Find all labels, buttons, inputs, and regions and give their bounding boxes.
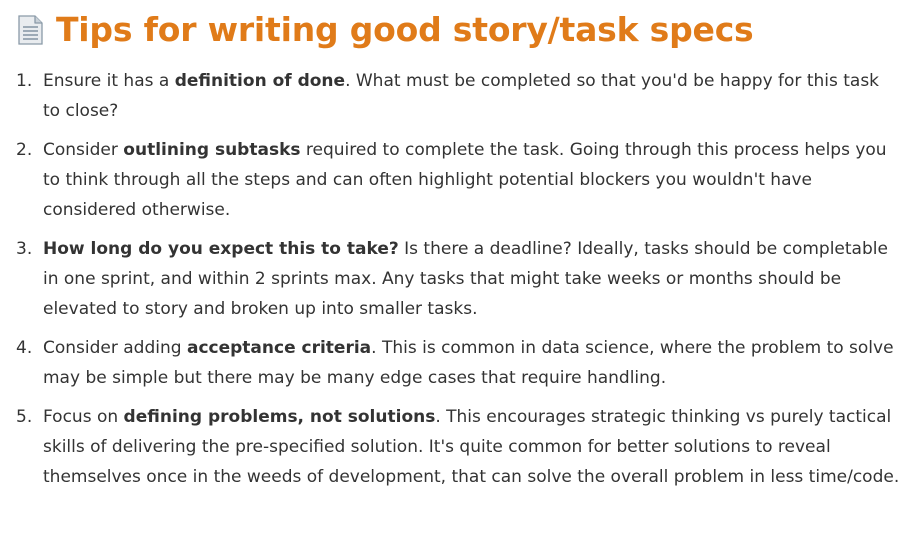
list-item-number: 2. (16, 140, 33, 160)
list-item: 5. Focus on defining problems, not soluti… (0, 402, 900, 492)
list-item-number: 4. (16, 338, 33, 358)
tip-text: Consider (43, 140, 124, 160)
list-item-number: 3. (16, 239, 33, 259)
tip-emphasis: definition of done (174, 71, 346, 91)
page: Tips for writing good story/task specs 1… (0, 0, 921, 557)
list-item: 1. Ensure it has a definition of done. Wh… (0, 66, 900, 126)
list-item: 3. How long do you expect this to take? I… (0, 234, 900, 324)
tips-list: 1. Ensure it has a definition of done. Wh… (0, 66, 900, 492)
tip-emphasis: defining problems, not solutions (123, 407, 436, 427)
page-title: Tips for writing good story/task specs (56, 10, 754, 49)
list-item: 4. Consider adding acceptance criteria. T… (0, 333, 900, 393)
list-item-number: 1. (16, 71, 33, 91)
tip-emphasis: acceptance criteria (186, 338, 372, 358)
page-document-icon (18, 15, 43, 45)
tip-emphasis: outlining subtasks (123, 140, 301, 160)
tip-emphasis: How long do you expect this to take? (43, 239, 399, 259)
heading: Tips for writing good story/task specs (16, 8, 754, 52)
tip-text: Consider adding (43, 338, 187, 358)
tip-text: Ensure it has a (43, 71, 175, 91)
list-item: 2. Consider outlining subtasks required t… (0, 135, 900, 225)
list-item-number: 5. (16, 407, 33, 427)
tip-text: Focus on (43, 407, 124, 427)
